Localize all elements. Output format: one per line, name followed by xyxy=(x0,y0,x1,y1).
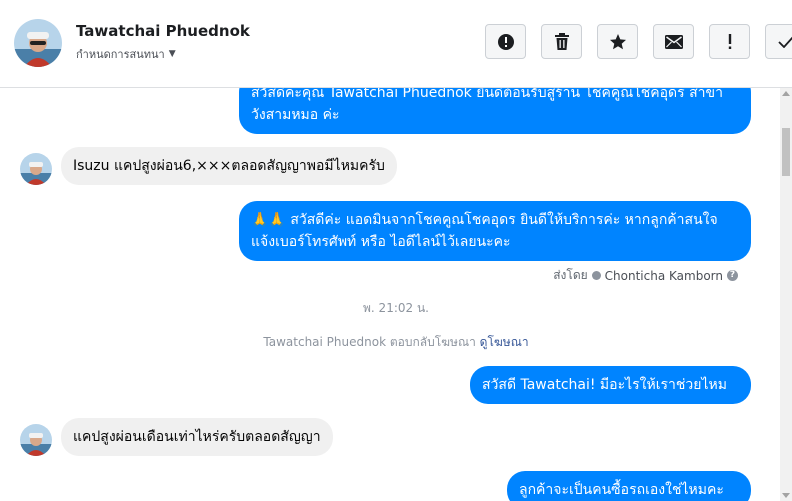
checkmark-icon xyxy=(777,35,792,48)
envelope-icon xyxy=(664,34,683,49)
message-text: สวัสดี Tawatchai! มีอะไรให้เราช่วยไหม xyxy=(482,377,727,393)
outgoing-message: ลูกค้าจะเป็นคนซื้อรถเองใช่ไหมคะ xyxy=(507,471,751,501)
help-icon[interactable]: ? xyxy=(727,270,738,281)
spam-report-button[interactable] xyxy=(485,24,526,59)
conversation-label-dropdown[interactable]: กำหนดการสนทนา ▼ xyxy=(76,45,176,63)
alert-circle-icon xyxy=(497,33,514,50)
conversation-actions xyxy=(485,24,792,59)
contact-avatar-small xyxy=(20,153,52,185)
sent-by-agent: Chonticha Kamborn xyxy=(604,268,723,283)
exclamation-icon xyxy=(728,33,731,49)
message-thread: สวัสดีค่ะคุณ Tawatchai Phuednok ยินดีต้อ… xyxy=(0,88,780,501)
sent-by-label: ส่งโดย Chonticha Kamborn ? xyxy=(553,266,738,285)
conversation-header: Tawatchai Phuednok กำหนดการสนทนา ▼ xyxy=(0,0,792,88)
ad-reply-text: Tawatchai Phuednok ตอบกลับโฆษณา xyxy=(263,335,476,349)
outgoing-message: สวัสดี Tawatchai! มีอะไรให้เราช่วยไหม xyxy=(470,366,751,404)
incoming-message: แคปสูงผ่อนเดือนเท่าไหร่ครับตลอดสัญญา xyxy=(61,418,333,456)
scroll-down-arrow[interactable] xyxy=(782,493,790,498)
chevron-down-icon: ▼ xyxy=(168,49,176,59)
scroll-up-arrow[interactable] xyxy=(782,91,790,96)
message-text: ลูกค้าจะเป็นคนซื้อรถเองใช่ไหมคะ xyxy=(519,482,724,498)
incoming-message: Isuzu แคปสูงผ่อน6,×××ตลอดสัญญาพอมีไหมครั… xyxy=(61,147,397,185)
mark-unread-button[interactable] xyxy=(653,24,694,59)
message-text: แคปสูงผ่อนเดือนเท่าไหร่ครับตลอดสัญญา xyxy=(73,429,321,445)
contact-avatar[interactable] xyxy=(14,19,62,67)
delete-button[interactable] xyxy=(541,24,582,59)
contact-avatar-small xyxy=(20,424,52,456)
verified-icon xyxy=(591,271,601,280)
conversation-label: กำหนดการสนทนา xyxy=(76,48,165,61)
contact-name[interactable]: Tawatchai Phuednok xyxy=(76,22,250,40)
scrollbar-thumb[interactable] xyxy=(782,128,790,176)
message-timestamp: พ. 21:02 น. xyxy=(363,301,429,315)
thread-scrollbar[interactable] xyxy=(780,88,792,501)
trash-icon xyxy=(554,32,569,50)
outgoing-message: สวัสดีค่ะคุณ Tawatchai Phuednok ยินดีต้อ… xyxy=(239,88,751,134)
important-button[interactable] xyxy=(709,24,750,59)
message-text: สวัสดีค่ะคุณ Tawatchai Phuednok ยินดีต้อ… xyxy=(251,88,723,123)
star-icon xyxy=(609,33,626,49)
done-button[interactable] xyxy=(765,24,792,59)
ad-reply-notice: Tawatchai Phuednok ตอบกลับโฆษณา ดูโฆษณา xyxy=(0,333,780,352)
view-ad-link[interactable]: ดูโฆษณา xyxy=(480,335,529,349)
outgoing-message: 🙏🙏 สวัสดีค่ะ แอดมินจากโชคคูณโชคอุดร ยินด… xyxy=(239,201,751,261)
sent-by-prefix: ส่งโดย xyxy=(553,268,588,282)
message-text: Isuzu แคปสูงผ่อน6,×××ตลอดสัญญาพอมีไหมครั… xyxy=(73,158,385,174)
star-button[interactable] xyxy=(597,24,638,59)
message-text: 🙏🙏 สวัสดีค่ะ แอดมินจากโชคคูณโชคอุดร ยินด… xyxy=(251,212,718,250)
